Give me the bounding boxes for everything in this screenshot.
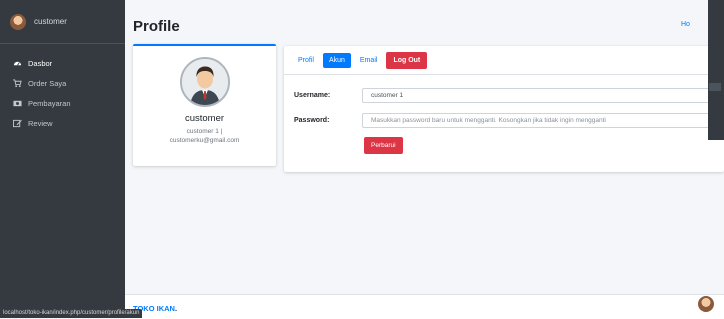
username-input[interactable]: customer 1 [362, 88, 722, 103]
breadcrumb-home-link[interactable]: Ho [681, 21, 690, 28]
edit-icon [13, 119, 22, 128]
tachometer-icon [13, 59, 22, 68]
profile-name: customer [184, 113, 225, 124]
panel-chip [709, 83, 721, 91]
user-avatar [10, 13, 26, 30]
sidebar-item-order-saya[interactable]: Order Saya [0, 74, 125, 92]
sidebar-item-dasbor[interactable]: Dasbor [0, 54, 125, 72]
logout-button[interactable]: Log Out [386, 51, 428, 69]
footer-avatar-icon[interactable] [698, 296, 714, 312]
profile-avatar [179, 57, 230, 107]
footer-brand-dot: . [174, 304, 178, 313]
tab-profil[interactable]: Profil [292, 53, 320, 68]
right-side-panel [708, 0, 724, 140]
sidebar-item-label: Dasbor [28, 58, 53, 68]
main-content: Profile Ho customer customer 1 | custome… [125, 0, 724, 318]
money-icon [13, 99, 22, 108]
footer: TOKO IKAN. [125, 294, 724, 319]
profile-card: customer customer 1 | customerku@gmail.c… [133, 44, 276, 166]
cart-icon [13, 78, 22, 88]
sidebar-item-label: Review [28, 118, 53, 128]
sidebar-item-pembayaran[interactable]: Pembayaran [0, 94, 125, 112]
username-row: Username: customer 1 [294, 88, 722, 103]
sidebar-user[interactable]: customer [0, 0, 125, 44]
page-title: Profile [133, 18, 180, 35]
username-label: Username: [294, 92, 331, 99]
profile-details: customer 1 | customerku@gmail.com [133, 127, 276, 146]
profile-username-line: customer 1 | [186, 128, 223, 135]
status-bar-url: localhost/toko-ikan/index.php/customer/p… [0, 309, 143, 318]
update-button[interactable]: Perbarui [364, 137, 403, 154]
password-input[interactable]: Masukkan password baru untuk mengganti. … [362, 113, 722, 128]
profile-email: customerku@gmail.com [169, 137, 240, 145]
sidebar-nav: Dasbor Order Saya Pembayaran Review [0, 44, 125, 132]
tab-akun[interactable]: Akun [322, 52, 351, 68]
profile-tabs: Profil Akun Email Log Out [284, 46, 724, 75]
tab-email[interactable]: Email [354, 53, 384, 68]
password-label: Password: [294, 117, 330, 124]
password-row: Password: Masukkan password baru untuk m… [294, 113, 722, 128]
sidebar-item-review[interactable]: Review [0, 114, 125, 132]
sidebar-item-label: Order Saya [28, 78, 67, 88]
account-card: Profil Akun Email Log Out Username: cust… [284, 46, 724, 172]
sidebar: customer Dasbor Order Saya Pembayaran Re… [0, 0, 125, 318]
sidebar-user-name: customer [34, 17, 67, 26]
sidebar-item-label: Pembayaran [28, 98, 71, 108]
